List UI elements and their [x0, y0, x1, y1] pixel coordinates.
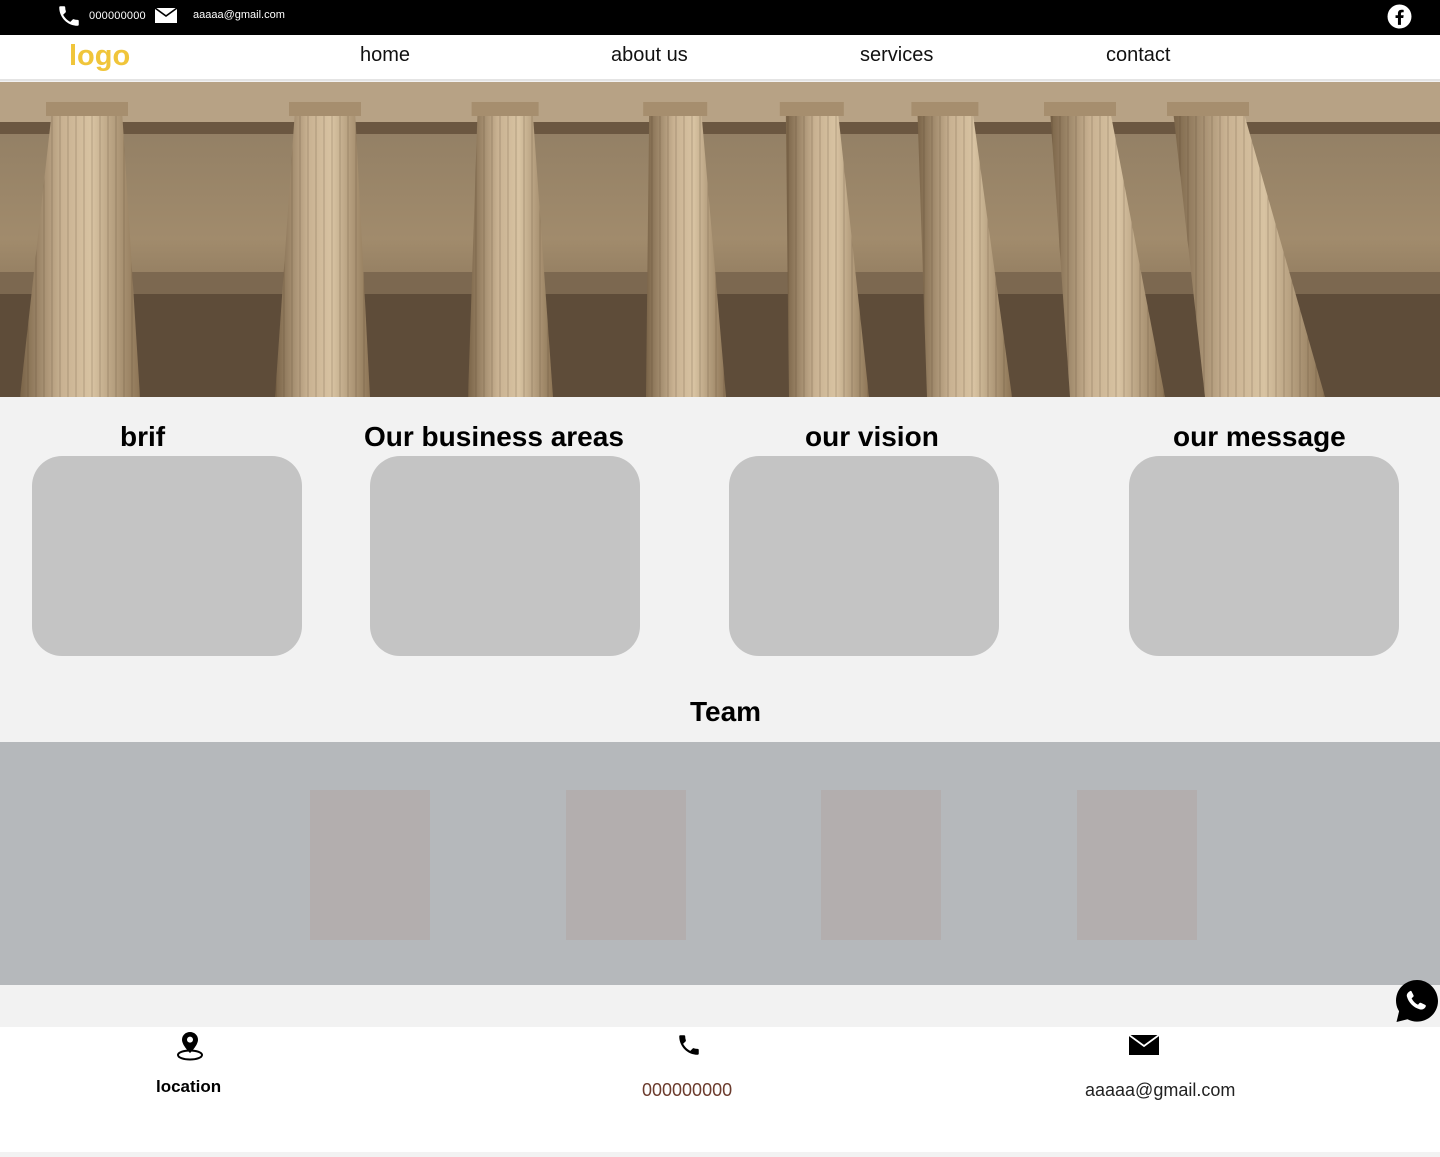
card-brif[interactable]	[32, 456, 302, 656]
nav-link-about-us[interactable]: about us	[611, 44, 688, 67]
column-capital	[471, 102, 539, 116]
column-capital	[1167, 102, 1249, 116]
section-title-our-message: our message	[1173, 421, 1346, 452]
mail-icon	[155, 8, 177, 23]
building-colonnade-illustration	[0, 82, 1440, 397]
card-business-areas[interactable]	[370, 456, 640, 656]
nav-link-services[interactable]: services	[860, 44, 933, 67]
column-capital	[911, 102, 979, 116]
topbar-phone[interactable]: 000000000	[89, 10, 146, 22]
card-our-vision[interactable]	[729, 456, 999, 656]
hero-image	[0, 82, 1440, 397]
team-section	[0, 742, 1440, 985]
team-member-card[interactable]	[310, 790, 430, 940]
team-member-card[interactable]	[566, 790, 686, 940]
column-capital	[779, 102, 844, 116]
nav-link-home[interactable]: home	[360, 44, 410, 67]
footer-phone[interactable]: 000000000	[642, 1080, 732, 1101]
column-capital	[46, 102, 128, 116]
top-bar: 000000000 aaaaa@gmail.com	[0, 0, 1440, 35]
footer-email[interactable]: aaaaa@gmail.com	[1085, 1080, 1235, 1101]
facebook-icon[interactable]	[1387, 4, 1412, 29]
phone-icon	[59, 6, 79, 26]
main-nav: logo home about us services contact	[0, 35, 1440, 81]
whatsapp-icon[interactable]	[1395, 979, 1439, 1023]
team-member-card[interactable]	[1077, 790, 1197, 940]
mail-icon	[1129, 1035, 1159, 1055]
section-title-our-vision: our vision	[805, 421, 939, 452]
phone-icon	[679, 1035, 699, 1055]
location-pin-icon	[177, 1032, 203, 1061]
footer-location[interactable]: location	[156, 1077, 221, 1097]
column-capital	[643, 102, 708, 116]
card-our-message[interactable]	[1129, 456, 1399, 656]
team-title: Team	[690, 696, 762, 727]
column-capital	[1044, 102, 1116, 116]
footer: location 000000000 aaaaa@gmail.com	[0, 1027, 1440, 1152]
section-title-brif: brif	[120, 421, 166, 452]
team-member-card[interactable]	[821, 790, 941, 940]
column-capital	[289, 102, 361, 116]
topbar-email[interactable]: aaaaa@gmail.com	[193, 9, 285, 21]
section-title-business-areas: Our business areas	[364, 421, 624, 452]
nav-link-contact[interactable]: contact	[1106, 44, 1170, 67]
logo[interactable]: logo	[69, 40, 130, 73]
